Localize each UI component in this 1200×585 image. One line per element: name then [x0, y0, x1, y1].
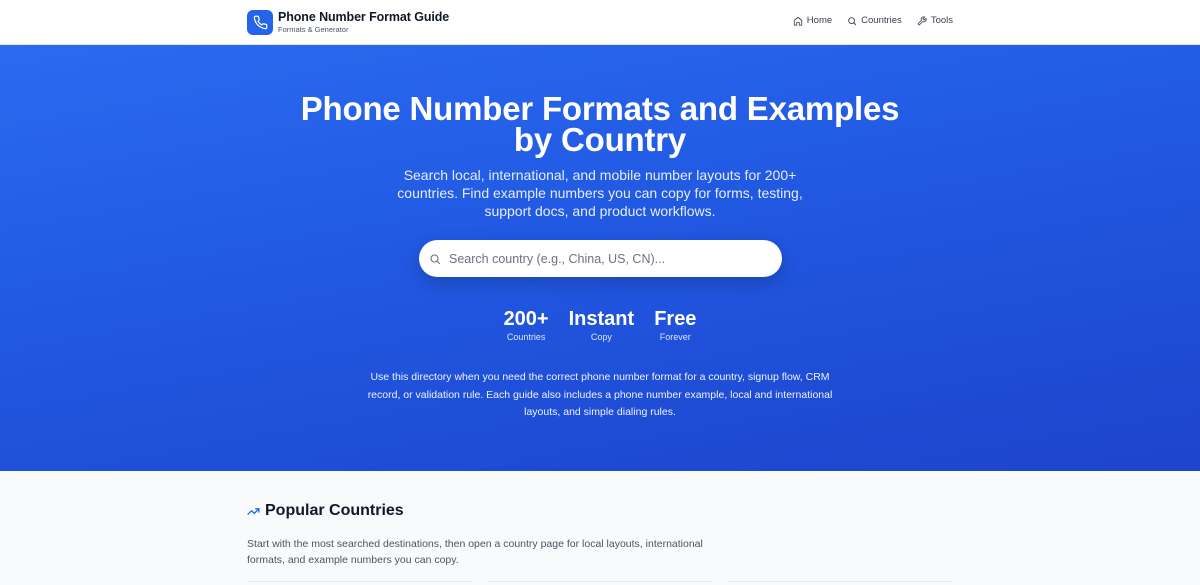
stat-free: Free Forever: [654, 307, 696, 343]
country-card[interactable]: [247, 581, 473, 585]
brand-link[interactable]: Phone Number Format Guide Formats & Gene…: [247, 10, 449, 35]
site-header: Phone Number Format Guide Formats & Gene…: [0, 0, 1200, 45]
stat-label: Copy: [590, 332, 612, 342]
search-icon: [848, 16, 857, 25]
nav-tools[interactable]: Tools: [917, 15, 953, 26]
stat-value: Instant: [568, 308, 635, 330]
hero-subtitle: Search local, international, and mobile …: [397, 167, 803, 219]
section-title: Popular Countries: [265, 502, 404, 519]
trending-up-icon: [247, 507, 260, 515]
nav-home-label: Home: [806, 15, 833, 26]
stat-copy: Instant Copy: [569, 307, 635, 343]
phone-icon: [247, 10, 273, 35]
hero-title-line1: Phone Number Formats and Examples: [300, 90, 900, 127]
home-icon: [793, 16, 802, 26]
stat-countries: 200+ Countries: [504, 307, 549, 343]
brand-subtitle: Formats & Generator: [278, 25, 349, 34]
country-search-input[interactable]: [449, 251, 749, 266]
section-description: Start with the most searched destination…: [247, 538, 703, 566]
country-card[interactable]: [487, 581, 713, 585]
wrench-icon: [917, 15, 927, 25]
country-search-box[interactable]: [419, 240, 782, 277]
nav-home[interactable]: Home: [793, 15, 832, 26]
brand-title: Phone Number Format Guide: [278, 10, 450, 24]
hero-section: Phone Number Formats and Examples by Cou…: [0, 45, 1200, 471]
nav-countries-label: Countries: [861, 15, 902, 26]
hero-title: Phone Number Formats and Examples by Cou…: [0, 90, 1200, 158]
brand-text: Phone Number Format Guide Formats & Gene…: [278, 10, 449, 35]
stat-label: Countries: [506, 332, 546, 342]
hero-title-line2: by Country: [513, 121, 687, 158]
hero-description: Use this directory when you need the cor…: [367, 371, 833, 418]
stats-row: 200+ Countries Instant Copy Free Forever: [0, 307, 1200, 343]
country-card[interactable]: [727, 581, 953, 585]
stat-label: Forever: [659, 332, 691, 342]
popular-countries-section: Popular Countries Start with the most se…: [0, 471, 1200, 585]
main-nav: Home Countries Tools: [778, 15, 953, 26]
nav-countries[interactable]: Countries: [847, 15, 902, 26]
search-icon: [429, 253, 441, 265]
nav-tools-label: Tools: [930, 15, 953, 26]
stat-value: Free: [654, 308, 697, 330]
section-heading: Popular Countries: [247, 502, 404, 520]
stat-value: 200+: [503, 308, 549, 330]
